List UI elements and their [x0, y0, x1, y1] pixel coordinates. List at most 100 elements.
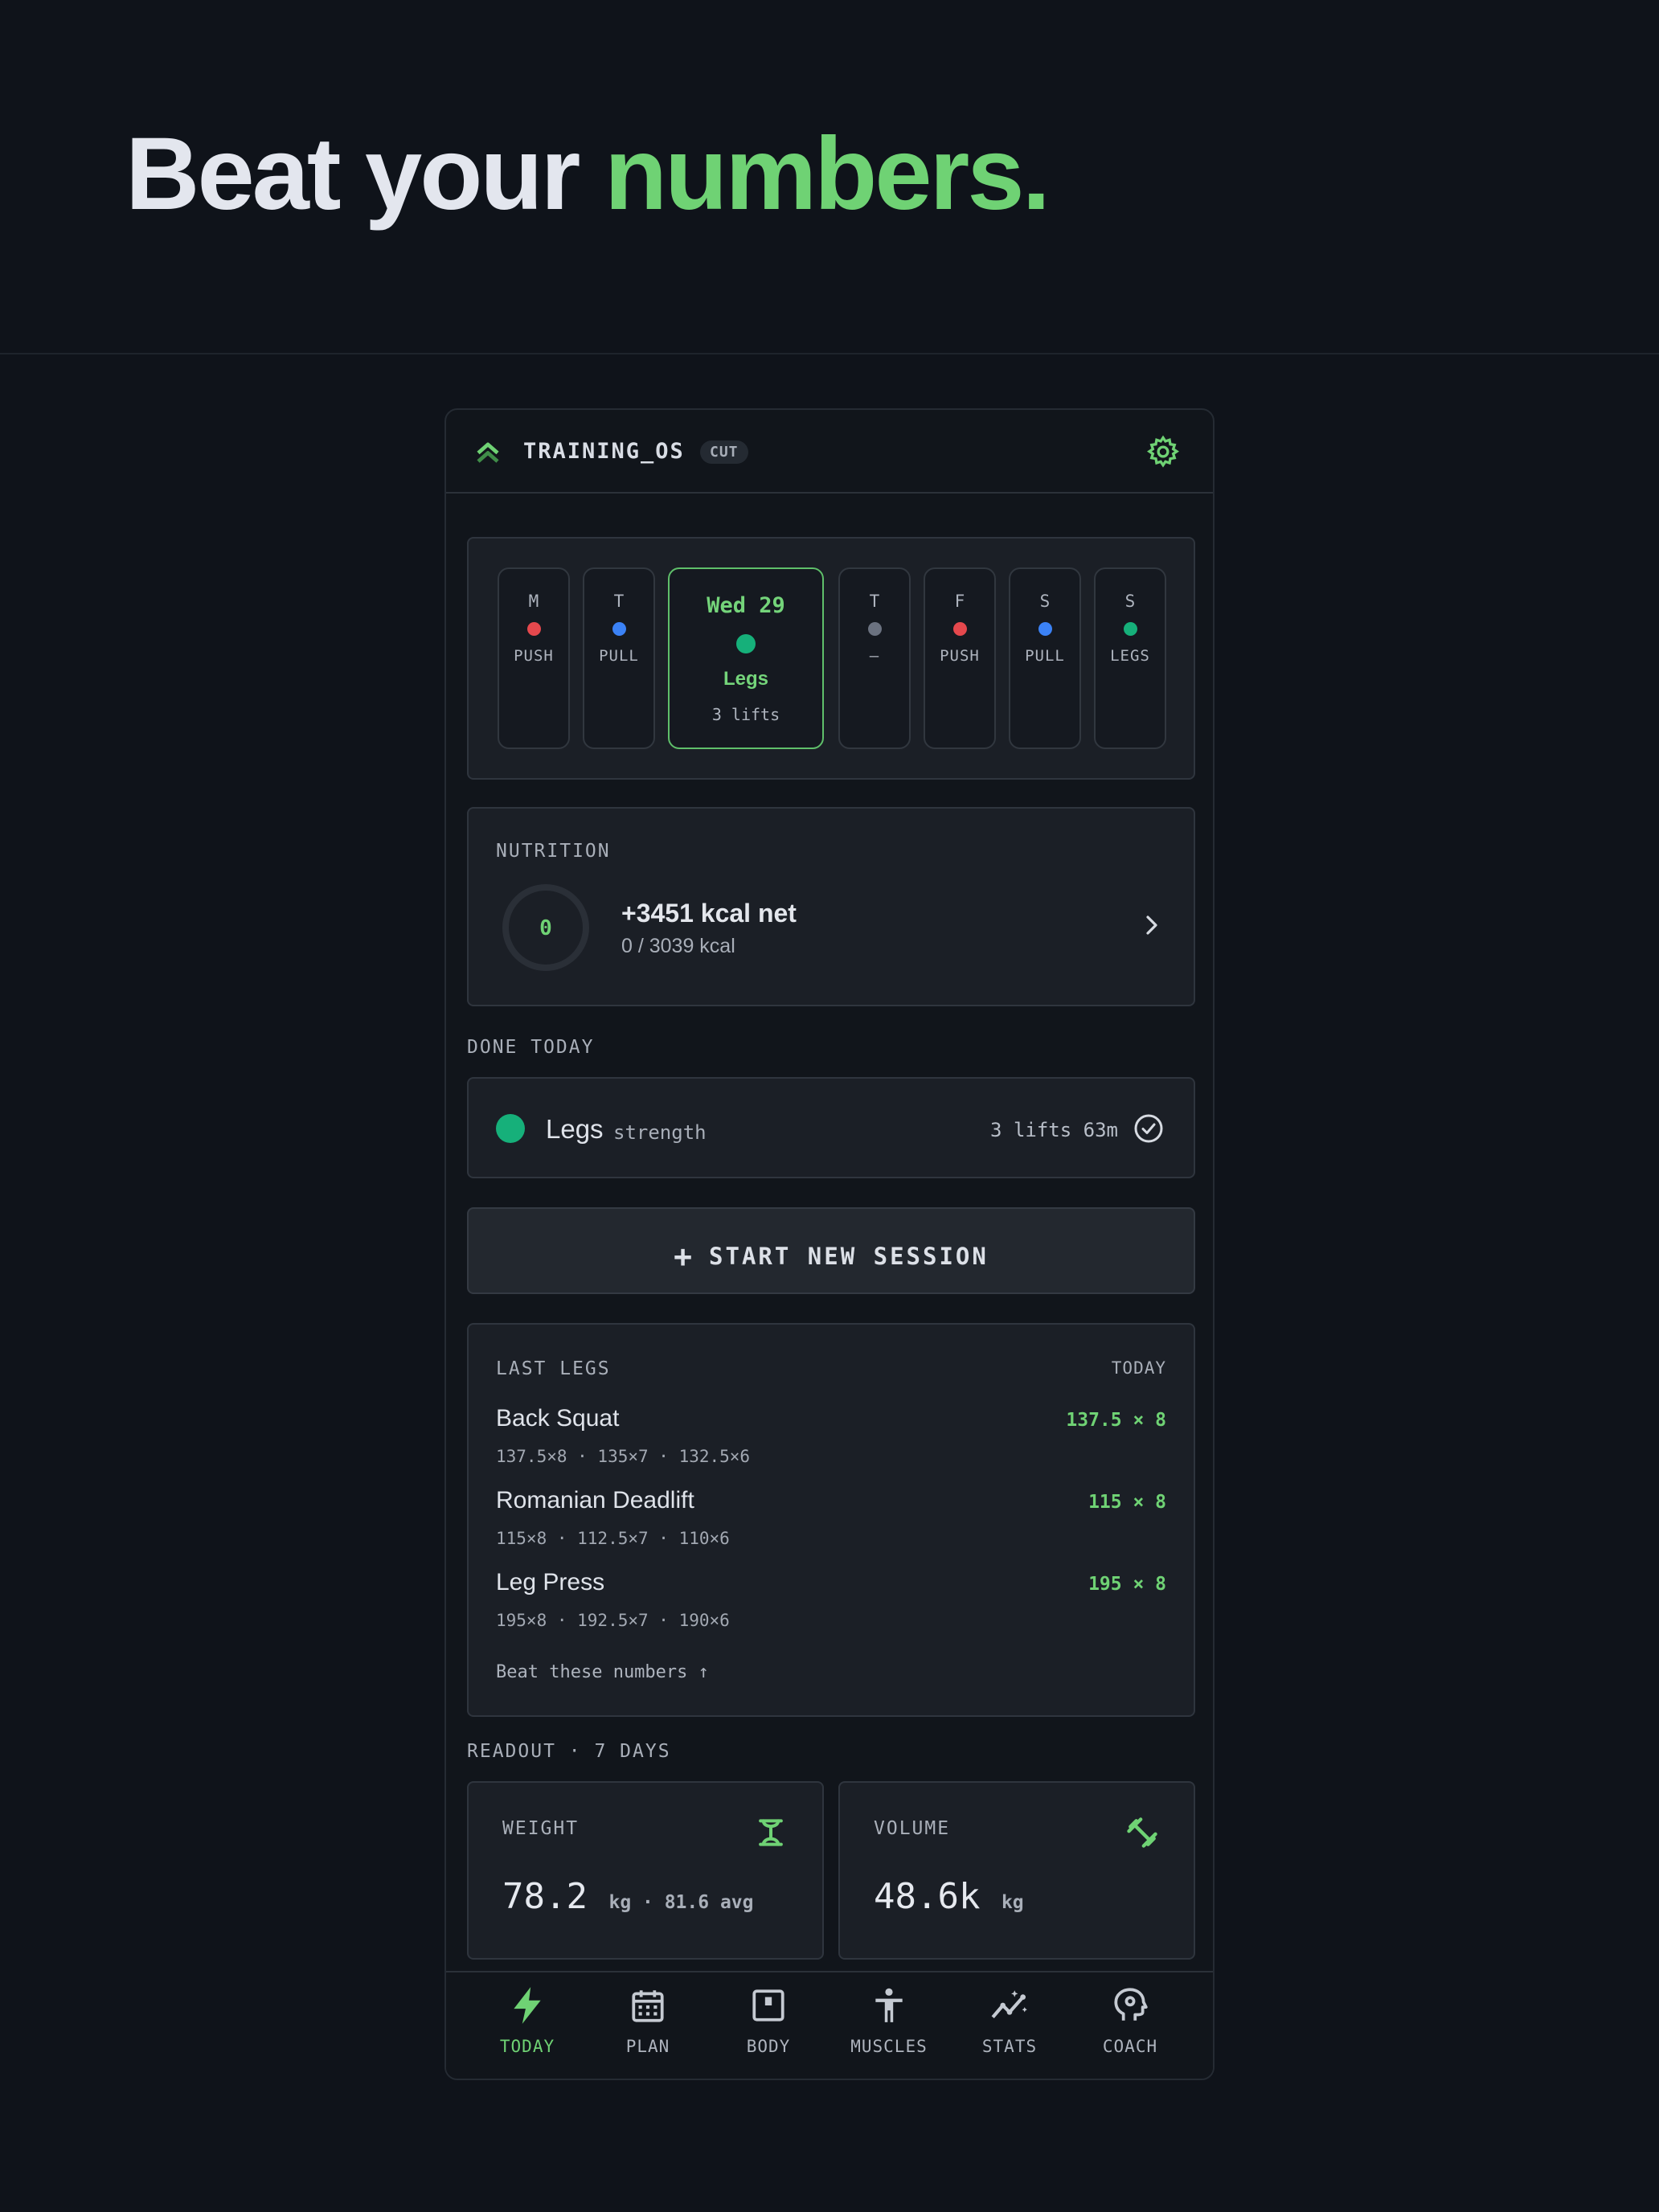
completed-session-card[interactable]: Legs strength 3 lifts 63m: [467, 1077, 1195, 1178]
hero-headline: Beat your numbers.: [125, 120, 1051, 228]
exercise-best-set: 137.5 × 8: [1066, 1410, 1166, 1431]
tab-muscles[interactable]: MUSCLES: [829, 1972, 949, 2079]
nutrition-label: NUTRITION: [496, 841, 611, 862]
last-session-title: LAST LEGS: [496, 1358, 611, 1379]
plus-icon: +: [674, 1239, 695, 1274]
day-workout-type: –: [869, 647, 880, 665]
chart-icon: [991, 1990, 1027, 2018]
calendar-icon: [632, 1990, 664, 2022]
exercise-name: Leg Press: [496, 1569, 605, 1596]
session-type: strength: [613, 1121, 707, 1144]
exercise-name: Romanian Deadlift: [496, 1487, 694, 1514]
weight-stat-card[interactable]: WEIGHT 78.2 kg · 81.6 avg: [467, 1781, 824, 1960]
day-workout-type: PULL: [599, 647, 639, 665]
day-workout-type: PUSH: [940, 647, 980, 665]
day-date: Wed 29: [707, 593, 785, 618]
last-session-when: TODAY: [1111, 1358, 1166, 1378]
workout-color-dot: [612, 622, 626, 636]
volume-value-line: 48.6k kg: [874, 1876, 1024, 1917]
day-letter: M: [528, 592, 539, 611]
done-today-label: DONE TODAY: [467, 1037, 595, 1058]
session-meta: 3 lifts 63m: [990, 1119, 1118, 1141]
tab-body[interactable]: BODY: [708, 1972, 829, 2079]
week-strip: M PUSH T PULL Wed 29 Legs 3 lifts T – F …: [467, 537, 1195, 780]
day-wednesday-selected[interactable]: Wed 29 Legs 3 lifts: [668, 567, 824, 749]
calorie-progress: 0 / 3039 kcal: [621, 935, 735, 957]
start-session-text: START NEW SESSION: [709, 1243, 989, 1270]
tab-label: MUSCLES: [850, 2037, 928, 2056]
day-sunday[interactable]: S LEGS: [1094, 567, 1166, 749]
bottom-tab-bar: TODAY PLAN BODY MUSCLES STATS COACH: [446, 1971, 1213, 2079]
exercise-best-set: 115 × 8: [1088, 1492, 1166, 1513]
workout-color-dot: [867, 622, 882, 636]
tab-stats[interactable]: STATS: [949, 1972, 1070, 2079]
exercise-row[interactable]: Romanian Deadlift 115 × 8 115×8 · 112.5×…: [496, 1487, 1166, 1567]
exercise-row[interactable]: Back Squat 137.5 × 8 137.5×8 · 135×7 · 1…: [496, 1405, 1166, 1485]
app-window: TRAINING_OS CUT M PUSH T PULL Wed 29 Leg…: [444, 408, 1215, 2080]
exercise-best-set: 195 × 8: [1088, 1574, 1166, 1595]
app-title: TRAINING_OS: [523, 439, 685, 464]
day-monday[interactable]: M PUSH: [498, 567, 570, 749]
day-friday[interactable]: F PUSH: [924, 567, 996, 749]
volume-stat-card[interactable]: VOLUME 48.6k kg: [838, 1781, 1195, 1960]
mode-badge[interactable]: CUT: [700, 440, 748, 464]
workout-color-dot: [1123, 622, 1137, 636]
last-session-card: LAST LEGS TODAY Back Squat 137.5 × 8 137…: [467, 1323, 1195, 1717]
day-letter: S: [1124, 592, 1136, 611]
tab-coach[interactable]: COACH: [1070, 1972, 1190, 2079]
weight-value-line: 78.2 kg · 81.6 avg: [502, 1876, 753, 1917]
exercise-sets: 195×8 · 192.5×7 · 190×6: [496, 1611, 730, 1630]
tab-plan[interactable]: PLAN: [588, 1972, 708, 2079]
net-calories: +3451 kcal net: [621, 899, 797, 928]
weight-label: WEIGHT: [502, 1818, 580, 1839]
exercise-name: Back Squat: [496, 1405, 620, 1432]
volume-value: 48.6k: [874, 1876, 981, 1917]
coach-icon: [1114, 1988, 1148, 2021]
chevron-right-icon[interactable]: [1142, 911, 1161, 939]
tab-today[interactable]: TODAY: [467, 1972, 588, 2079]
start-session-label: + START NEW SESSION: [469, 1239, 1194, 1274]
calorie-progress-ring: 0: [502, 884, 589, 971]
day-letter: S: [1039, 592, 1051, 611]
day-workout-type: PULL: [1025, 647, 1065, 665]
dumbbell-icon: [1127, 1817, 1157, 1848]
nutrition-card[interactable]: NUTRITION 0 +3451 kcal net 0 / 3039 kcal: [467, 807, 1195, 1006]
day-tuesday[interactable]: T PULL: [583, 567, 655, 749]
readout-label: READOUT · 7 DAYS: [467, 1741, 671, 1762]
day-saturday[interactable]: S PULL: [1009, 567, 1081, 749]
workout-color-dot: [1038, 622, 1052, 636]
exercise-row[interactable]: Leg Press 195 × 8 195×8 · 192.5×7 · 190×…: [496, 1569, 1166, 1649]
day-workout-type: PUSH: [514, 647, 554, 665]
workout-color-dot: [736, 634, 756, 653]
day-lift-count: 3 lifts: [711, 705, 780, 724]
tab-label: BODY: [746, 2037, 791, 2056]
day-letter: T: [613, 592, 625, 611]
start-new-session-button[interactable]: + START NEW SESSION: [467, 1207, 1195, 1294]
volume-label: VOLUME: [874, 1818, 951, 1839]
tab-label: STATS: [981, 2037, 1038, 2056]
weight-unit: kg · 81.6 avg: [608, 1892, 754, 1913]
weight-value: 78.2: [502, 1876, 588, 1917]
day-workout-type: LEGS: [1110, 647, 1150, 665]
hero-title-green: numbers.: [604, 117, 1051, 231]
tab-label: PLAN: [625, 2037, 670, 2056]
session-name: Legs: [546, 1114, 604, 1144]
bolt-icon: [514, 1987, 541, 2024]
hero-divider: [0, 353, 1659, 354]
volume-unit: kg: [1001, 1892, 1024, 1913]
beat-numbers-link[interactable]: Beat these numbers ↑: [496, 1662, 709, 1682]
day-thursday[interactable]: T –: [838, 567, 911, 749]
workout-color-dot: [952, 622, 967, 636]
exercise-sets: 137.5×8 · 135×7 · 132.5×6: [496, 1447, 751, 1466]
hero-title-white: Beat your: [125, 117, 604, 231]
app-header: TRAINING_OS CUT: [446, 410, 1213, 494]
figure-icon: [875, 1988, 903, 2022]
tab-label: COACH: [1102, 2037, 1158, 2056]
scale-icon: [759, 1819, 783, 1846]
scale-box-icon: [752, 1989, 784, 2022]
day-letter: F: [954, 592, 965, 611]
legs-color-dot: [496, 1114, 525, 1143]
gear-icon[interactable]: [1145, 434, 1181, 469]
calorie-ring-value: 0: [539, 916, 552, 940]
tab-label: TODAY: [499, 2037, 555, 2056]
